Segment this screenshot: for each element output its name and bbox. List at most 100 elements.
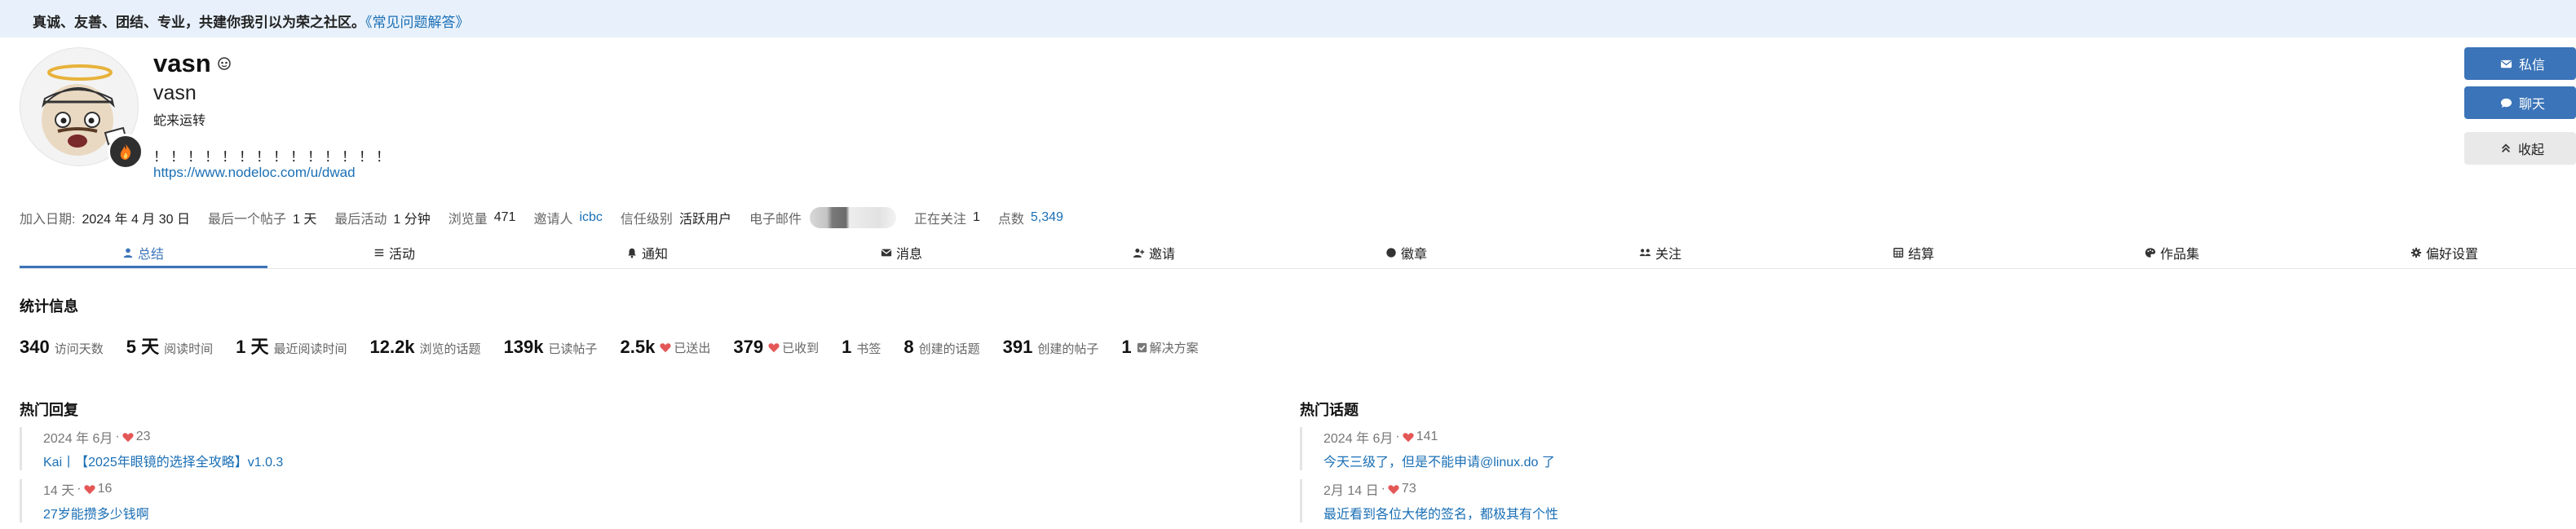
meta-separator: · bbox=[77, 482, 82, 496]
banner-text: 真诚、友善、团结、专业，共建你我引以为荣之社区。《常见问题解答》 bbox=[33, 11, 470, 31]
chevrons-up-icon bbox=[2502, 143, 2510, 152]
faq-link[interactable]: 《常见问题解答》 bbox=[365, 15, 470, 30]
tab-portfolio-label: 作品集 bbox=[2160, 248, 2200, 262]
calculator-icon bbox=[1893, 248, 1903, 258]
stat-label: 浏览的话题 bbox=[419, 342, 481, 356]
stat-value: 391 bbox=[1002, 337, 1033, 357]
user-icon bbox=[123, 248, 133, 258]
topic-title-link[interactable]: 今天三级了，但是不能申请@linux.do 了 bbox=[1323, 451, 1871, 470]
tab-activity[interactable]: 活动 bbox=[373, 236, 415, 269]
list-item[interactable]: 2024 年 6月 · 23 Kai丨【2025年眼镜的选择全攻略】v1.0.3 bbox=[20, 427, 590, 470]
top-topics-title: 热门话题 bbox=[1300, 402, 1359, 418]
banner-message: 真诚、友善、团结、专业，共建你我引以为荣之社区。 bbox=[33, 15, 365, 30]
list-icon bbox=[374, 249, 384, 257]
chat-icon bbox=[2500, 98, 2512, 108]
list-item[interactable]: 2024 年 6月 · 141 今天三级了，但是不能申请@linux.do 了 bbox=[1300, 427, 1871, 470]
topic-meta: 2月 14 日 · 73 bbox=[1323, 479, 1871, 499]
list-item[interactable]: 14 天 · 16 27岁能攒多少钱啊 bbox=[20, 479, 590, 522]
reply-date: 2024 年 6月 bbox=[43, 432, 113, 446]
stat-label: 解决方案 bbox=[1149, 342, 1199, 355]
stat-item: 139k 已读帖子 bbox=[504, 337, 598, 358]
reply-title-link[interactable]: 27岁能攒多少钱啊 bbox=[43, 503, 590, 522]
stat-item: 2.5k 已送出 bbox=[621, 337, 711, 358]
meta-separator: · bbox=[115, 430, 120, 443]
meta-separator: · bbox=[1395, 430, 1400, 443]
chat-button[interactable]: 聊天 bbox=[2464, 86, 2576, 119]
user-bio: ！！！！！！！！！！！！！！ bbox=[153, 149, 393, 165]
chat-button-label: 聊天 bbox=[2519, 98, 2546, 112]
stat-item: 391 创建的帖子 bbox=[1003, 337, 1099, 358]
stat-item: 340 访问天数 bbox=[20, 337, 104, 358]
views-value: 471 bbox=[493, 210, 516, 224]
stat-item: 8 创建的话题 bbox=[904, 337, 979, 358]
points-link[interactable]: 5,349 bbox=[1031, 210, 1063, 225]
last-post-value[interactable]: 1 天 bbox=[293, 208, 316, 227]
stat-label: 创建的帖子 bbox=[1037, 342, 1099, 356]
reply-likes: 16 bbox=[97, 482, 113, 496]
user-website-link[interactable]: https://www.nodeloc.com/u/dwad bbox=[153, 165, 356, 181]
email-redacted[interactable] bbox=[809, 207, 896, 228]
stat-value: 5 天 bbox=[126, 337, 160, 357]
reply-title-link[interactable]: Kai丨【2025年眼镜的选择全攻略】v1.0.3 bbox=[43, 451, 590, 470]
trust-level-label: 信任级别 bbox=[620, 213, 673, 227]
heart-icon bbox=[122, 432, 134, 442]
stat-value: 1 天 bbox=[236, 337, 269, 357]
tab-preferences[interactable]: 偏好设置 bbox=[2410, 236, 2478, 269]
stat-item: 12.2k 浏览的话题 bbox=[369, 337, 480, 358]
following-value[interactable]: 1 bbox=[973, 210, 980, 225]
stat-label: 最近阅读时间 bbox=[273, 342, 347, 356]
user-meta-row: 加入日期: 2024 年 4 月 30 日 最后一个帖子 1 天 最后活动 1 … bbox=[20, 207, 1081, 228]
stat-label: 创建的话题 bbox=[918, 342, 980, 356]
stat-value: 12.2k bbox=[369, 337, 415, 357]
tab-invites[interactable]: 邀请 bbox=[1133, 236, 1175, 269]
tab-summary-label: 总结 bbox=[138, 248, 165, 262]
tab-notifications[interactable]: 通知 bbox=[626, 236, 668, 269]
stats-row: 340 访问天数 5 天阅读时间 1 天最近阅读时间 12.2k 浏览的话题 139… bbox=[20, 333, 1222, 357]
list-item[interactable]: 2月 14 日 · 73 最近看到各位大佬的签名，都极其有个性 bbox=[1300, 479, 1871, 522]
heart-icon bbox=[660, 343, 671, 353]
tab-messages-label: 消息 bbox=[896, 248, 923, 262]
active-tab-indicator bbox=[20, 266, 267, 268]
tab-settlement-label: 结算 bbox=[1908, 248, 1935, 262]
points-label: 点数 bbox=[997, 213, 1024, 227]
following-label: 正在关注 bbox=[913, 213, 966, 227]
stat-item: 1 书签 bbox=[842, 337, 881, 358]
tab-portfolio[interactable]: 作品集 bbox=[2145, 236, 2199, 269]
tab-badges[interactable]: 徽章 bbox=[1385, 236, 1427, 269]
reply-meta: 14 天 · 16 bbox=[43, 479, 590, 499]
check-square-icon bbox=[1137, 342, 1147, 353]
topic-date: 2024 年 6月 bbox=[1323, 432, 1394, 446]
tab-preferences-label: 偏好设置 bbox=[2426, 248, 2479, 262]
tab-summary[interactable]: 总结 bbox=[122, 236, 164, 269]
invited-by-link[interactable]: icbc bbox=[579, 210, 602, 225]
flair-icon bbox=[108, 134, 144, 170]
stat-value: 1 bbox=[1121, 337, 1132, 357]
stat-label-wrap: 已收到 bbox=[768, 339, 819, 356]
collapse-button[interactable]: 收起 bbox=[2464, 132, 2576, 165]
user-plus-icon bbox=[1133, 249, 1145, 258]
topic-title-link[interactable]: 最近看到各位大佬的签名，都极其有个性 bbox=[1323, 503, 1871, 522]
stat-label: 已送出 bbox=[674, 342, 711, 355]
joined-label: 加入日期: bbox=[20, 213, 76, 227]
bell-icon bbox=[628, 248, 636, 258]
trust-level-value: 活跃用户 bbox=[678, 213, 731, 227]
follow-icon bbox=[1639, 249, 1651, 257]
joined-value: 2024 年 4 月 30 日 bbox=[82, 213, 190, 227]
user-title: 蛇来运转 bbox=[153, 114, 206, 128]
last-post-label: 最后一个帖子 bbox=[207, 213, 286, 227]
message-button[interactable]: 私信 bbox=[2464, 47, 2576, 80]
topic-date: 2月 14 日 bbox=[1323, 484, 1379, 498]
status-emoji-icon bbox=[217, 56, 232, 71]
tab-follow[interactable]: 关注 bbox=[1639, 236, 1681, 269]
gear-icon bbox=[2410, 247, 2422, 258]
tab-settlement[interactable]: 结算 bbox=[1893, 236, 1934, 269]
announcement-banner: 真诚、友善、团结、专业，共建你我引以为荣之社区。《常见问题解答》 bbox=[0, 0, 2576, 37]
stat-item: 379 已收到 bbox=[733, 337, 819, 358]
tab-messages[interactable]: 消息 bbox=[881, 236, 922, 269]
topic-likes: 73 bbox=[1401, 482, 1416, 496]
tab-badges-label: 徽章 bbox=[1401, 248, 1428, 262]
last-activity-value: 1 分钟 bbox=[393, 213, 431, 227]
stat-label: 阅读时间 bbox=[164, 342, 214, 356]
stat-item: 5 天阅读时间 bbox=[126, 333, 213, 359]
message-button-label: 私信 bbox=[2519, 59, 2546, 73]
